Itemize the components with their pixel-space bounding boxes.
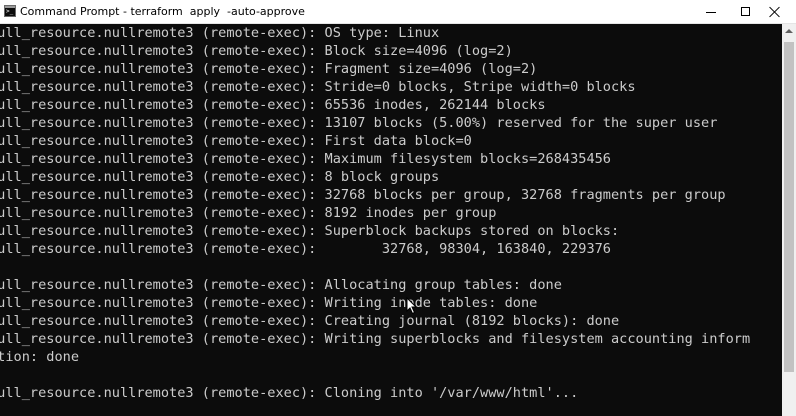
console-line: null_resource.nullremote3 (remote-exec):… (0, 43, 513, 59)
console-output[interactable]: null_resource.nullremote3 (remote-exec):… (0, 24, 782, 416)
console-line: null_resource.nullremote3 (remote-exec):… (0, 25, 440, 41)
console-line: null_resource.nullremote3 (remote-exec):… (0, 151, 611, 167)
console-line: null_resource.nullremote3 (remote-exec):… (0, 241, 611, 257)
close-button[interactable] (752, 0, 796, 24)
console-line: null_resource.nullremote3 (remote-exec):… (0, 295, 538, 311)
minimize-icon (706, 12, 716, 13)
console-line: ation: done (0, 349, 80, 365)
console-line: null_resource.nullremote3 (remote-exec):… (0, 115, 718, 131)
close-icon (769, 6, 781, 18)
console-line: null_resource.nullremote3 (remote-exec):… (0, 79, 636, 95)
console-line: null_resource.nullremote3 (remote-exec):… (0, 385, 579, 401)
console-line: null_resource.nullremote3 (remote-exec):… (0, 187, 726, 203)
command-prompt-window: >_ Command Prompt - terraform apply -aut… (0, 0, 796, 416)
title-bar[interactable]: >_ Command Prompt - terraform apply -aut… (0, 0, 796, 24)
console-line: null_resource.nullremote3 (remote-exec):… (0, 313, 620, 329)
console-line: null_resource.nullremote3 (remote-exec):… (0, 223, 620, 239)
console-line: null_resource.nullremote3 (remote-exec):… (0, 97, 546, 113)
vertical-scrollbar[interactable] (782, 24, 796, 416)
scrollbar-thumb[interactable] (784, 42, 794, 372)
console-line: null_resource.nullremote3 (remote-exec):… (0, 61, 538, 77)
cmd-icon[interactable]: >_ (4, 5, 16, 17)
scroll-up-arrow-icon[interactable] (785, 29, 793, 33)
console-line: null_resource.nullremote3 (remote-exec):… (0, 277, 562, 293)
maximize-icon (741, 7, 750, 16)
console-line: null_resource.nullremote3 (remote-exec):… (0, 331, 751, 347)
console-line: null_resource.nullremote3 (remote-exec):… (0, 205, 497, 221)
window-title: Command Prompt - terraform apply -auto-a… (20, 5, 305, 18)
console-text: null_resource.nullremote3 (remote-exec):… (0, 24, 750, 402)
mouse-cursor-icon (406, 297, 418, 315)
console-line: null_resource.nullremote3 (remote-exec):… (0, 133, 472, 149)
console-line: null_resource.nullremote3 (remote-exec):… (0, 169, 440, 185)
